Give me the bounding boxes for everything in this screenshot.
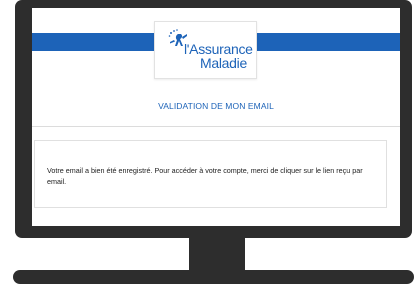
- monitor-screen: l'Assurance Maladie VALIDATION DE MON EM…: [32, 8, 400, 226]
- confirmation-panel: Votre email a bien été enregistré. Pour …: [34, 140, 387, 208]
- brand-logo[interactable]: l'Assurance Maladie: [154, 21, 257, 79]
- monitor-stand-base: [13, 270, 414, 284]
- confirmation-message: Votre email a bien été enregistré. Pour …: [47, 166, 363, 186]
- page-title: VALIDATION DE MON EMAIL: [158, 101, 274, 111]
- title-divider: [32, 126, 400, 127]
- brand-logo-text: l'Assurance Maladie: [184, 42, 256, 70]
- illustration-stage: l'Assurance Maladie VALIDATION DE MON EM…: [0, 0, 414, 290]
- brand-logo-line2: Maladie: [200, 55, 247, 71]
- monitor-stand-neck: [189, 238, 245, 270]
